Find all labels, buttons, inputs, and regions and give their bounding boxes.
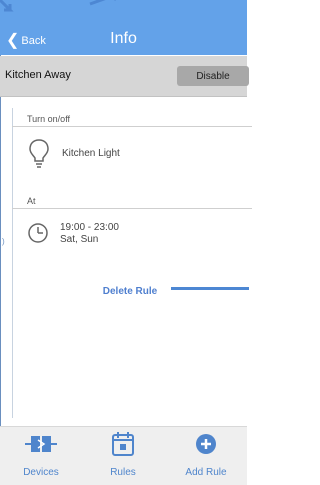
tab-bar: Devices Rules Add Rule xyxy=(0,426,247,485)
days: Sat, Sun xyxy=(60,234,99,245)
annotation-arrow-icon xyxy=(0,0,14,12)
at-section-label: At xyxy=(27,196,36,206)
plug-icon xyxy=(25,436,57,452)
tab-devices[interactable]: Devices xyxy=(0,427,82,485)
tab-add-rule[interactable]: Add Rule xyxy=(165,427,247,485)
tab-label: Rules xyxy=(110,467,136,478)
tab-label: Add Rule xyxy=(185,467,227,478)
page-title: Info xyxy=(110,30,137,47)
side-marker: ) xyxy=(2,237,5,246)
lightbulb-icon xyxy=(29,139,49,168)
divider xyxy=(12,208,252,209)
rule-name: Kitchen Away xyxy=(5,69,71,81)
clock-icon xyxy=(28,223,48,243)
turn-section-label: Turn on/off xyxy=(27,114,71,124)
divider xyxy=(12,126,252,127)
tab-rules[interactable]: Rules xyxy=(82,427,164,485)
time-range[interactable]: 19:00 - 23:00 xyxy=(60,222,119,233)
plus-circle-icon xyxy=(196,434,216,454)
tab-label: Devices xyxy=(23,467,59,478)
annotation-arrow-icon xyxy=(89,0,116,6)
calendar-icon xyxy=(112,432,134,456)
device-name[interactable]: Kitchen Light xyxy=(62,148,120,159)
annotation-line xyxy=(171,287,249,290)
rule-bar: Kitchen Away Disable xyxy=(0,56,249,97)
disable-button[interactable]: Disable xyxy=(177,66,249,86)
